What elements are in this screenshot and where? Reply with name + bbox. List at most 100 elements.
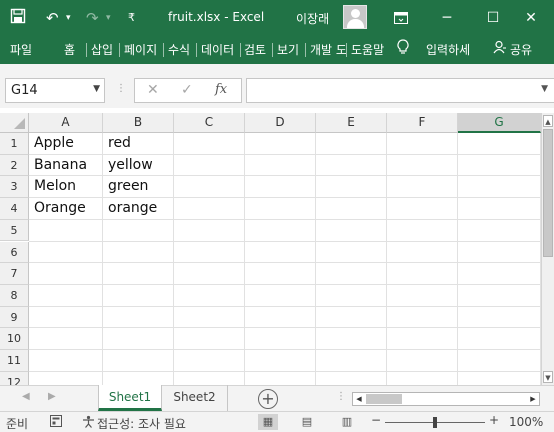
- tab-insert[interactable]: 삽입: [91, 41, 113, 58]
- sheet-tab-1[interactable]: Sheet1: [98, 385, 162, 411]
- cell-a2[interactable]: Banana: [29, 155, 103, 176]
- gridline: [29, 240, 541, 242]
- sheet-tab-2[interactable]: Sheet2: [162, 385, 228, 411]
- row-header-5[interactable]: 5: [0, 219, 29, 242]
- scroll-left-icon[interactable]: ◀: [353, 393, 365, 405]
- row-header-9[interactable]: 9: [0, 306, 29, 329]
- user-name[interactable]: 이장래: [296, 10, 329, 27]
- cell-b4[interactable]: orange: [103, 198, 174, 219]
- tab-formulas[interactable]: 수식: [168, 41, 190, 58]
- redo-icon[interactable]: ↷: [86, 8, 99, 28]
- column-header-d[interactable]: D: [245, 113, 316, 133]
- customize-quick-access-icon[interactable]: ₹: [128, 8, 135, 28]
- gridline: [29, 327, 541, 329]
- add-sheet-icon[interactable]: +: [258, 389, 278, 409]
- name-box-value: G14: [11, 83, 38, 98]
- close-icon[interactable]: ✕: [508, 0, 554, 36]
- row-header-11[interactable]: 11: [0, 350, 29, 372]
- accessibility-icon[interactable]: [82, 415, 95, 431]
- undo-dropdown-icon[interactable]: ▾: [66, 8, 71, 28]
- share-button[interactable]: 공유: [510, 41, 532, 58]
- chevron-down-icon[interactable]: ▼: [93, 84, 100, 94]
- minimize-icon[interactable]: ─: [424, 0, 470, 36]
- zoom-level[interactable]: 100%: [509, 415, 543, 429]
- formula-input[interactable]: ▼: [246, 78, 554, 103]
- page-break-view-icon[interactable]: ▥: [337, 414, 357, 430]
- tab-view[interactable]: 보기: [277, 41, 299, 58]
- name-box[interactable]: G14 ▼: [5, 78, 105, 103]
- prev-sheet-icon[interactable]: ◀: [22, 391, 30, 402]
- cancel-icon[interactable]: ✕: [147, 82, 159, 98]
- horizontal-scroll-thumb[interactable]: [366, 394, 402, 404]
- status-bar: 준비 접근성: 조사 필요 ▦ ▤ ▥ − + 100%: [0, 411, 554, 432]
- row-header-8[interactable]: 8: [0, 284, 29, 307]
- scroll-down-icon[interactable]: ▼: [543, 371, 553, 383]
- cell-a4[interactable]: Orange: [29, 198, 103, 219]
- tab-file[interactable]: 파일: [10, 41, 32, 58]
- vertical-scrollbar[interactable]: ▲ ▼: [541, 113, 554, 385]
- column-header-g[interactable]: G: [458, 113, 541, 133]
- ribbon-display-icon[interactable]: [378, 0, 424, 36]
- tab-review[interactable]: 검토: [244, 41, 266, 58]
- column-header-a[interactable]: A: [29, 113, 103, 133]
- gridline: [244, 133, 245, 385]
- tab-help[interactable]: 도움말: [351, 41, 387, 58]
- drag-handle-icon[interactable]: ⋮: [116, 83, 126, 94]
- sheet-tabs-bar: ◀ ▶ Sheet1 Sheet2 + ⋮ ◀ ▶: [0, 385, 554, 411]
- insert-function-icon[interactable]: fx: [215, 82, 227, 97]
- zoom-out-button[interactable]: −: [371, 413, 381, 427]
- column-header-b[interactable]: B: [103, 113, 174, 133]
- avatar[interactable]: [343, 5, 367, 29]
- enter-icon[interactable]: ✓: [181, 82, 193, 98]
- zoom-slider-thumb[interactable]: [433, 417, 437, 428]
- tab-home[interactable]: 홈: [64, 41, 75, 58]
- scroll-right-icon[interactable]: ▶: [527, 393, 539, 405]
- formula-buttons: ✕ ✓ fx: [134, 78, 242, 103]
- row-header-4[interactable]: 4: [0, 198, 29, 220]
- worksheet-grid[interactable]: A B C D E F G 1 2 3 4 5 6 7 8 9 10 11 12 Apple red Banana yell…: [0, 113, 541, 385]
- row-header-6[interactable]: 6: [0, 241, 29, 264]
- column-header-e[interactable]: E: [316, 113, 387, 133]
- tab-data[interactable]: 데이터: [201, 41, 237, 58]
- row-header-7[interactable]: 7: [0, 263, 29, 285]
- macro-record-icon[interactable]: [50, 415, 62, 430]
- share-icon[interactable]: [493, 40, 507, 57]
- cell-b1[interactable]: red: [103, 133, 174, 154]
- redo-dropdown-icon[interactable]: ▾: [106, 8, 111, 28]
- cell-a3[interactable]: Melon: [29, 176, 103, 197]
- row-header-2[interactable]: 2: [0, 154, 29, 177]
- row-header-10[interactable]: 10: [0, 328, 29, 350]
- tell-me-input[interactable]: 입력하세: [426, 41, 470, 58]
- next-sheet-icon[interactable]: ▶: [48, 391, 56, 402]
- tab-split-handle-icon[interactable]: ⋮: [336, 391, 346, 402]
- row-header-12[interactable]: 12: [0, 371, 29, 385]
- scroll-up-icon[interactable]: ▲: [543, 115, 553, 127]
- accessibility-status[interactable]: 접근성: 조사 필요: [97, 415, 186, 432]
- tab-page-layout[interactable]: 페이지: [124, 41, 160, 58]
- gridline: [457, 133, 458, 385]
- column-header-c[interactable]: C: [174, 113, 245, 133]
- save-icon[interactable]: [10, 8, 26, 28]
- ribbon-tabs: 파일 홈 삽입 페이지 수식 데이터 검토 보기 개발 도 도움말 입력하세 공…: [0, 36, 554, 64]
- page-layout-view-icon[interactable]: ▤: [297, 414, 317, 430]
- gridline: [29, 305, 541, 307]
- ribbon-collapsed-area: [0, 64, 554, 74]
- vertical-scroll-thumb[interactable]: [543, 129, 553, 257]
- tab-developer[interactable]: 개발 도: [310, 41, 346, 58]
- expand-formula-bar-icon[interactable]: ▼: [541, 84, 548, 94]
- cell-b3[interactable]: green: [103, 176, 174, 197]
- horizontal-scrollbar[interactable]: ◀ ▶: [352, 392, 540, 406]
- select-all-button[interactable]: [0, 113, 29, 133]
- cell-b2[interactable]: yellow: [103, 155, 174, 176]
- cell-a1[interactable]: Apple: [29, 133, 103, 154]
- gridline: [29, 262, 541, 264]
- row-header-3[interactable]: 3: [0, 176, 29, 199]
- column-header-f[interactable]: F: [387, 113, 458, 133]
- normal-view-icon[interactable]: ▦: [258, 414, 278, 430]
- lightbulb-icon[interactable]: [397, 39, 409, 59]
- formula-bar: G14 ▼ ⋮ ✕ ✓ fx ▼: [0, 74, 554, 108]
- undo-icon[interactable]: ↶: [46, 8, 59, 28]
- zoom-in-button[interactable]: +: [489, 413, 499, 427]
- gridline: [315, 133, 316, 385]
- row-header-1[interactable]: 1: [0, 133, 29, 155]
